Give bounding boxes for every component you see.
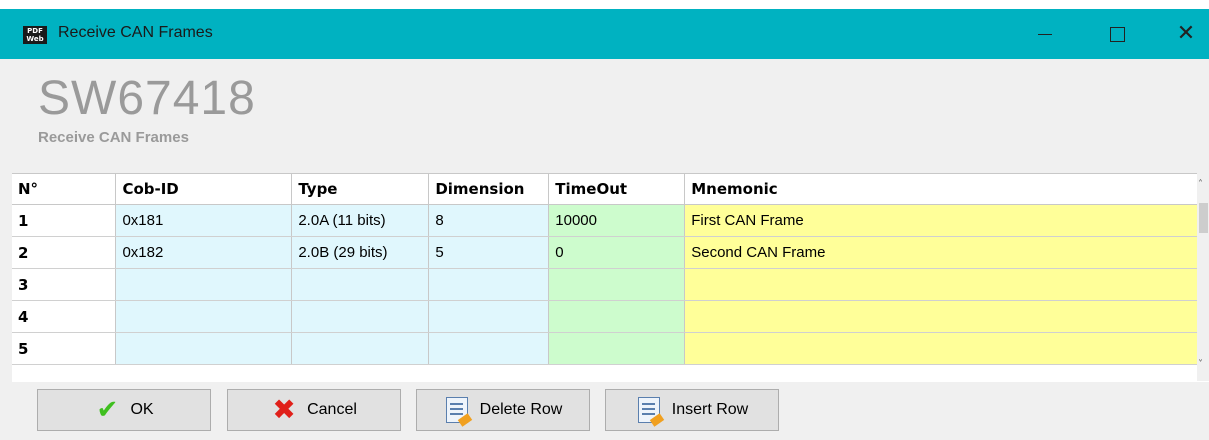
row-number[interactable]: 3 bbox=[12, 268, 117, 301]
column-header-timeout[interactable]: TimeOut bbox=[548, 174, 686, 205]
window-title: Receive CAN Frames bbox=[58, 24, 213, 41]
top-strip bbox=[0, 0, 1209, 9]
mnemonic-cell[interactable]: First CAN Frame bbox=[684, 204, 1209, 237]
close-icon: ✕ bbox=[1176, 21, 1196, 46]
cob-id-cell[interactable]: 0x181 bbox=[115, 204, 293, 237]
minimize-button[interactable] bbox=[1022, 9, 1068, 59]
cob-id-cell[interactable] bbox=[115, 300, 293, 333]
cob-id-cell[interactable]: 0x182 bbox=[115, 236, 293, 269]
column-header-dimension[interactable]: Dimension bbox=[428, 174, 550, 205]
title-bar[interactable]: PDF Web Receive CAN Frames ✕ bbox=[0, 9, 1209, 59]
type-cell[interactable]: 2.0A (11 bits) bbox=[291, 204, 430, 237]
checkmark-icon: ✔ bbox=[96, 395, 119, 425]
row-number[interactable]: 2 bbox=[12, 236, 117, 269]
page-header: SW67418 Receive CAN Frames bbox=[0, 59, 1209, 165]
column-header-mnemonic[interactable]: Mnemonic bbox=[684, 174, 1209, 205]
delete-row-button[interactable]: Delete Row bbox=[416, 389, 590, 431]
insert-row-button[interactable]: Insert Row bbox=[605, 389, 779, 431]
table-row: 1 0x181 2.0A (11 bits) 8 10000 First CAN… bbox=[12, 204, 1209, 237]
dimension-cell[interactable]: 8 bbox=[428, 204, 550, 237]
timeout-cell[interactable]: 0 bbox=[548, 236, 686, 269]
table-row: 3 bbox=[12, 268, 1209, 301]
mnemonic-cell[interactable]: Second CAN Frame bbox=[684, 236, 1209, 269]
scrollbar-thumb[interactable] bbox=[1199, 203, 1208, 233]
cancel-button-label: Cancel bbox=[307, 401, 357, 418]
mnemonic-cell[interactable] bbox=[684, 268, 1209, 301]
insert-row-button-label: Insert Row bbox=[671, 401, 749, 418]
insert-row-icon bbox=[636, 397, 664, 427]
delete-row-button-label: Delete Row bbox=[479, 401, 563, 418]
dimension-cell[interactable] bbox=[428, 332, 550, 365]
product-name: SW67418 bbox=[38, 72, 256, 125]
ok-button-label: OK bbox=[130, 401, 154, 418]
row-number[interactable]: 4 bbox=[12, 300, 117, 333]
dimension-cell[interactable] bbox=[428, 300, 550, 333]
red-x-icon: ✖ bbox=[272, 393, 296, 426]
dimension-cell[interactable]: 5 bbox=[428, 236, 550, 269]
type-cell[interactable] bbox=[291, 268, 430, 301]
cob-id-cell[interactable] bbox=[115, 268, 293, 301]
cancel-button[interactable]: ✖ Cancel bbox=[227, 389, 401, 431]
maximize-button[interactable] bbox=[1094, 9, 1140, 59]
delete-row-icon bbox=[444, 397, 472, 427]
maximize-icon bbox=[1109, 26, 1125, 42]
table-row: 2 0x182 2.0B (29 bits) 5 0 Second CAN Fr… bbox=[12, 236, 1209, 269]
page-subtitle: Receive CAN Frames bbox=[38, 129, 189, 146]
scroll-up-icon[interactable]: ˄ bbox=[1198, 179, 1203, 190]
app-logo-icon: PDF Web bbox=[23, 26, 47, 44]
ok-button[interactable]: ✔ OK bbox=[37, 389, 211, 431]
column-header-type[interactable]: Type bbox=[291, 174, 430, 205]
column-header-number[interactable]: N° bbox=[12, 174, 117, 205]
row-number[interactable]: 5 bbox=[12, 332, 117, 365]
frames-table: N° Cob-ID Type Dimension TimeOut Mnemoni… bbox=[12, 174, 1209, 365]
type-cell[interactable] bbox=[291, 300, 430, 333]
timeout-cell[interactable] bbox=[548, 300, 686, 333]
timeout-cell[interactable] bbox=[548, 332, 686, 365]
timeout-cell[interactable] bbox=[548, 268, 686, 301]
mnemonic-cell[interactable] bbox=[684, 332, 1209, 365]
scroll-down-icon[interactable]: ˅ bbox=[1198, 359, 1203, 370]
close-button[interactable]: ✕ bbox=[1163, 9, 1209, 59]
minimize-icon bbox=[1038, 33, 1052, 35]
vertical-scrollbar[interactable]: ˄ ˅ bbox=[1197, 173, 1209, 381]
mnemonic-cell[interactable] bbox=[684, 300, 1209, 333]
table-row: 4 bbox=[12, 300, 1209, 333]
row-number[interactable]: 1 bbox=[12, 204, 117, 237]
frames-grid: N° Cob-ID Type Dimension TimeOut Mnemoni… bbox=[12, 173, 1209, 382]
table-row: 5 bbox=[12, 332, 1209, 365]
timeout-cell[interactable]: 10000 bbox=[548, 204, 686, 237]
column-header-cob-id[interactable]: Cob-ID bbox=[115, 174, 293, 205]
dimension-cell[interactable] bbox=[428, 268, 550, 301]
type-cell[interactable]: 2.0B (29 bits) bbox=[291, 236, 430, 269]
cob-id-cell[interactable] bbox=[115, 332, 293, 365]
type-cell[interactable] bbox=[291, 332, 430, 365]
table-header-row: N° Cob-ID Type Dimension TimeOut Mnemoni… bbox=[12, 174, 1209, 205]
